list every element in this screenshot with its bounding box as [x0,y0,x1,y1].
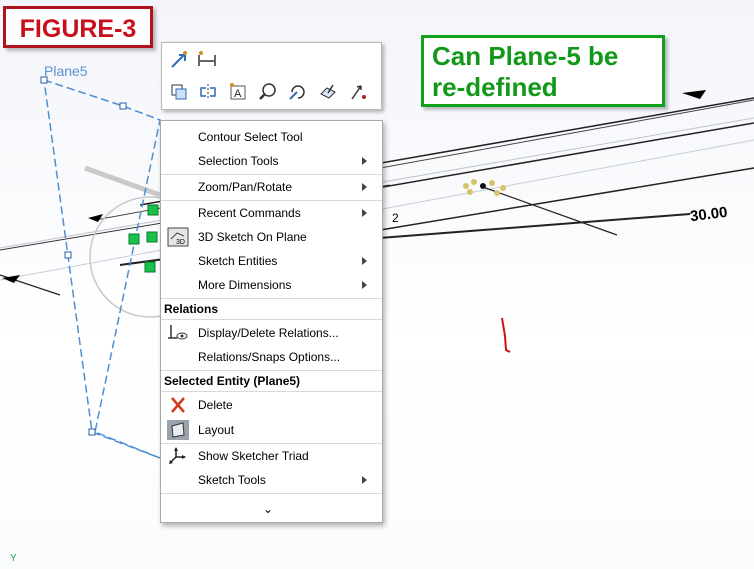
submenu-arrow-icon [362,257,367,265]
menu-item-label: Selection Tools [198,154,279,168]
menu-item-show-sketcher-triad[interactable]: Show Sketcher Triad [161,444,382,468]
question-line-2: re-defined [432,72,558,102]
layout-icon [167,420,189,440]
normal-to-icon[interactable] [317,81,339,103]
pointer-icon[interactable] [347,81,369,103]
context-menu: Contour Select Tool Selection Tools Zoom… [160,120,383,523]
delete-icon [167,395,189,415]
submenu-arrow-icon [362,209,367,217]
svg-text:A: A [234,88,242,100]
menu-item-recent-commands[interactable]: Recent Commands [161,201,382,225]
figure-label: FIGURE-3 [3,6,153,48]
question-callout: Can Plane-5 be re-defined [421,35,665,107]
menu-separator [161,319,382,320]
triad-icon [167,446,189,466]
menu-item-contour-select-tool[interactable]: Contour Select Tool [161,125,382,149]
menu-item-label: Contour Select Tool [198,130,303,144]
menu-separator [161,493,382,494]
menu-item-label: Layout [198,423,235,437]
menu-separator [161,391,382,392]
menu-item-selection-tools[interactable]: Selection Tools [161,149,382,173]
menu-item-more-dimensions[interactable]: More Dimensions [161,273,382,297]
submenu-arrow-icon [362,476,367,484]
submenu-arrow-icon [362,281,367,289]
menu-item-label: Recent Commands [198,206,301,220]
menu-item-delete[interactable]: Delete [161,393,382,417]
submenu-arrow-icon [362,183,367,191]
context-toolbar: A [161,42,382,110]
3d-sketch-icon: 3D [167,227,189,247]
plane-label[interactable]: Plane5 [44,63,88,79]
menu-separator [161,370,382,371]
text-icon[interactable]: A [227,81,249,103]
question-line-1: Can Plane-5 be [432,41,619,71]
dimension-small-label: 2 [392,211,399,225]
mirror-entities-icon[interactable] [197,81,219,103]
zoom-to-selection-icon[interactable] [257,81,279,103]
menu-item-zoom-pan-rotate[interactable]: Zoom/Pan/Rotate [161,175,382,199]
plane5-handles[interactable] [40,76,127,436]
relations-section-header: Relations [164,302,219,316]
menu-item-sketch-tools[interactable]: Sketch Tools [161,468,382,492]
origin-axis-label: Y [10,553,17,564]
smart-dimension-icon[interactable] [168,49,190,71]
cursor-mark [501,317,511,353]
menu-item-3d-sketch-on-plane[interactable]: 3D 3D Sketch On Plane [161,225,382,249]
menu-separator [161,298,382,299]
menu-item-layout[interactable]: Layout [161,418,382,442]
menu-item-display-delete-relations[interactable]: Display/Delete Relations... [161,321,382,345]
svg-text:3D: 3D [176,239,185,246]
menu-item-label: Display/Delete Relations... [198,326,339,340]
display-relations-icon [167,323,189,343]
horizontal-dimension-icon[interactable] [196,49,218,71]
menu-item-label: Zoom/Pan/Rotate [198,180,293,194]
menu-item-relations-snaps-options[interactable]: Relations/Snaps Options... [161,345,382,369]
submenu-arrow-icon [362,157,367,165]
rotate-view-icon[interactable] [287,81,309,103]
menu-item-label: Relations/Snaps Options... [198,350,341,364]
menu-item-label: Sketch Tools [198,473,266,487]
menu-item-sketch-entities[interactable]: Sketch Entities [161,249,382,273]
copy-entities-icon[interactable] [168,81,190,103]
menu-item-label: Show Sketcher Triad [198,449,309,463]
expand-menu-chevron-icon[interactable]: ⌄ [263,502,273,516]
menu-item-label: Sketch Entities [198,254,278,268]
selected-entity-header: Selected Entity (Plane5) [164,374,301,388]
menu-item-label: Delete [198,398,233,412]
menu-item-label: More Dimensions [198,278,292,292]
menu-item-label: 3D Sketch On Plane [198,230,307,244]
